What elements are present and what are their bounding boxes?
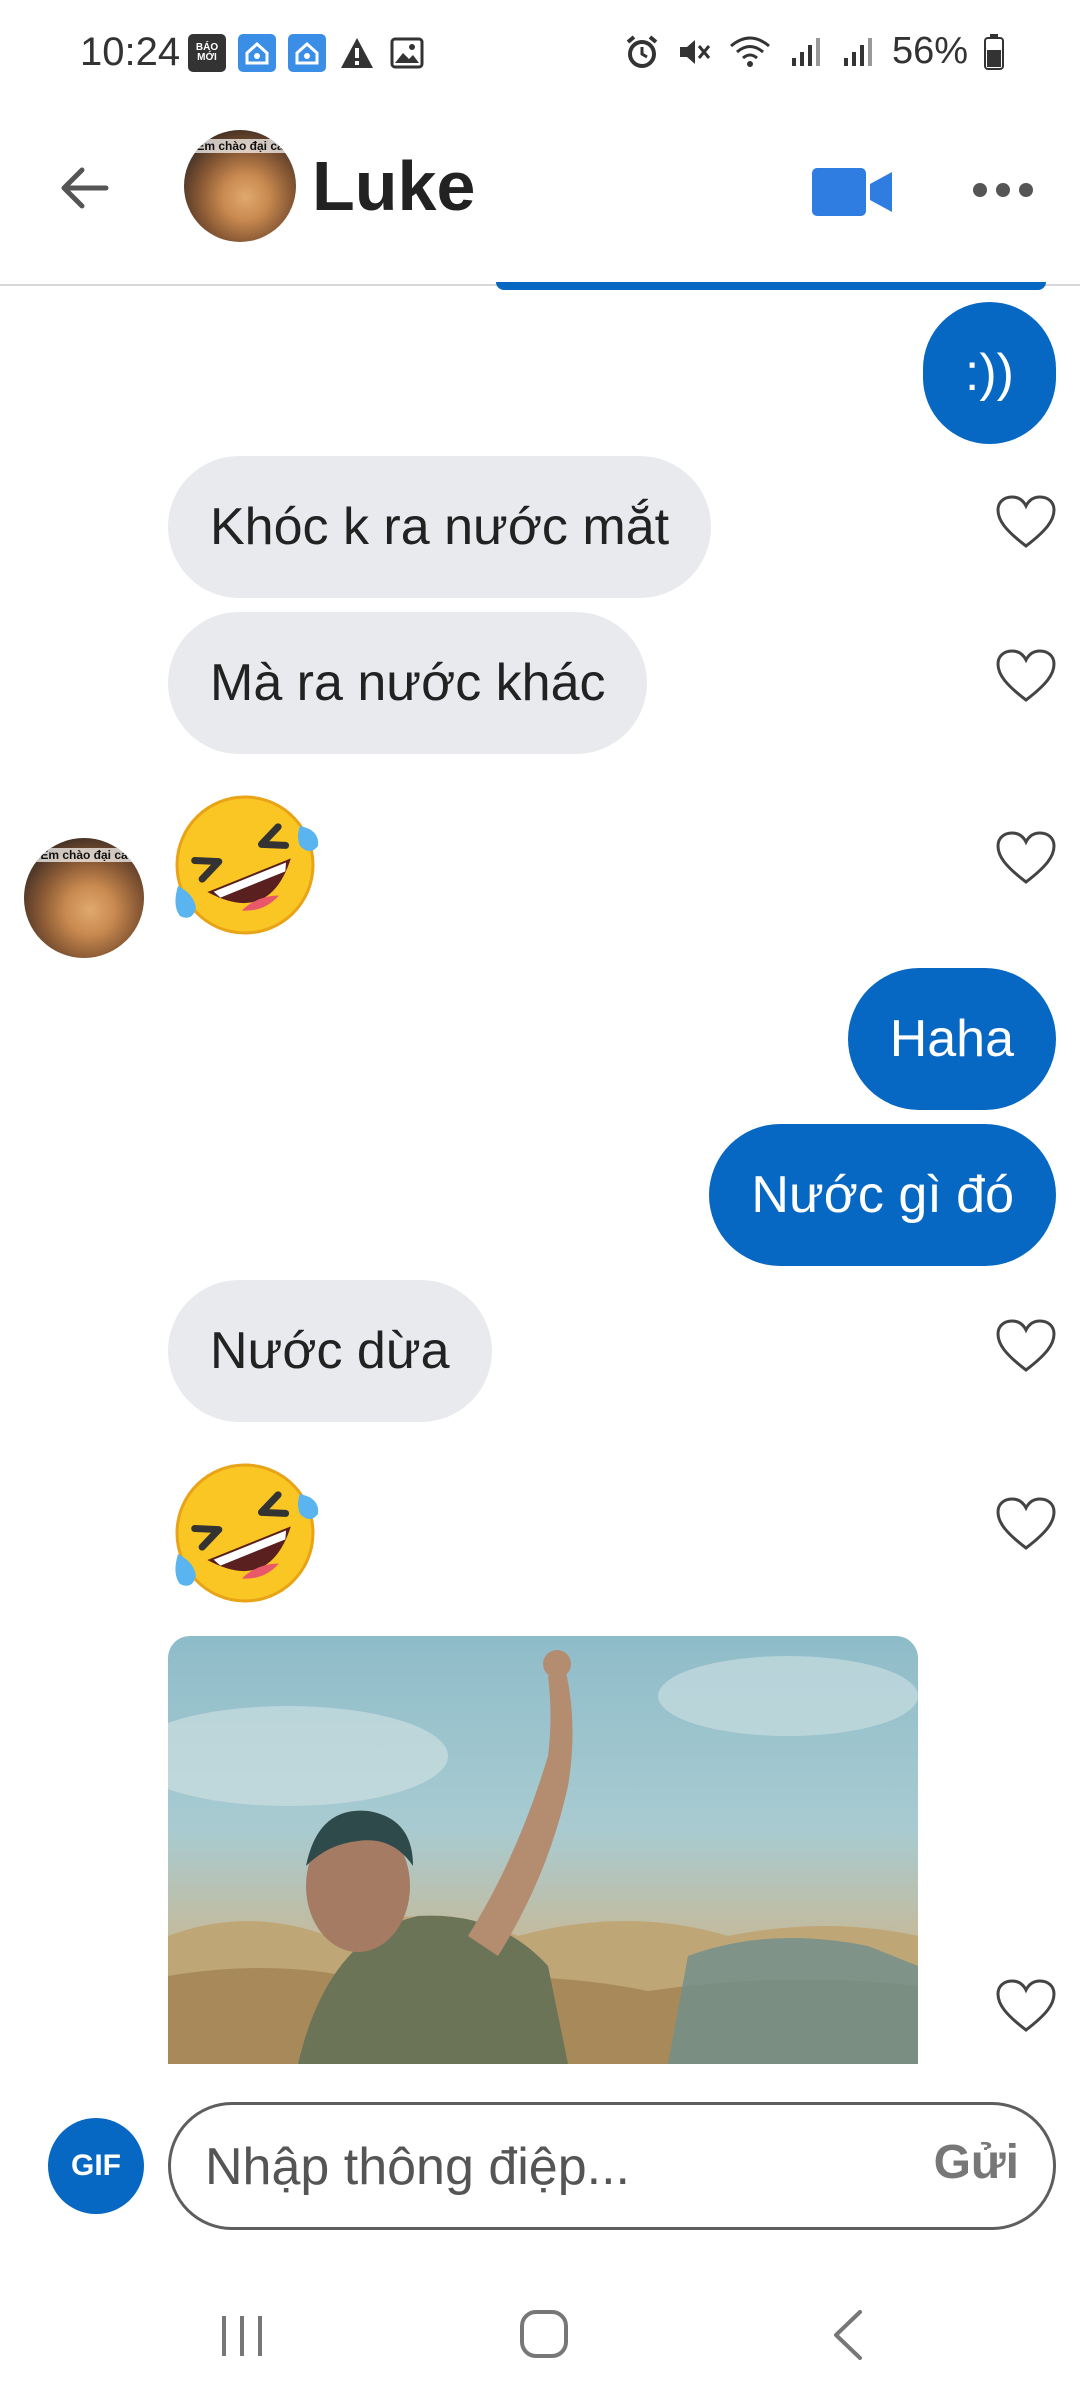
send-button[interactable]: Gửi [934, 2135, 1019, 2190]
conversation-header: Em chào đại ca Luke [0, 100, 1080, 286]
message-bubble-outgoing[interactable]: Nước gì đó [709, 1124, 1056, 1266]
video-call-icon[interactable] [812, 166, 892, 218]
home-icon[interactable] [518, 2308, 570, 2360]
like-heart-icon[interactable] [995, 494, 1057, 550]
sender-avatar[interactable]: Em chào đại ca [24, 838, 144, 958]
rolling-laughing-emoji[interactable] [170, 1458, 320, 1608]
like-heart-icon[interactable] [995, 1978, 1057, 2034]
battery-icon [984, 33, 1004, 70]
signal-icon [843, 37, 872, 66]
message-bubble-incoming[interactable]: Nước dừa [168, 1280, 492, 1422]
home-app-icon [288, 34, 326, 72]
message-input[interactable] [205, 2127, 895, 2207]
previous-message-edge [496, 282, 1046, 290]
contact-avatar[interactable]: Em chào đại ca [184, 130, 296, 242]
avatar-caption: Em chào đại ca [184, 138, 296, 153]
message-bubble-outgoing[interactable]: :)) [922, 302, 1056, 444]
message-bubble-outgoing[interactable]: Haha [847, 968, 1056, 1110]
notification-icons: BÁO MỚI [188, 34, 426, 72]
avatar-caption: Em chào đại ca [24, 847, 144, 862]
recent-apps-icon[interactable] [218, 2310, 268, 2360]
status-bar: 10:24 BÁO MỚI 56% [0, 0, 1080, 100]
back-arrow-icon[interactable] [56, 160, 112, 216]
wifi-icon [729, 36, 770, 67]
message-composer: Gửi [168, 2102, 1056, 2230]
message-text: Mà ra nước khác [210, 654, 606, 712]
battery-percent: 56% [891, 30, 968, 72]
rolling-laughing-emoji[interactable] [170, 790, 320, 940]
bao-moi-icon: BÁO MỚI [188, 34, 226, 72]
message-bubble-incoming[interactable]: Khóc k ra nước mắt [168, 456, 712, 598]
status-time: 10:24 [80, 30, 181, 74]
like-heart-icon[interactable] [995, 1496, 1057, 1552]
mute-icon [679, 39, 711, 64]
alarm-icon [626, 34, 658, 68]
like-heart-icon[interactable] [995, 1318, 1057, 1374]
system-status-icons: 56% [624, 30, 1004, 73]
message-text: :)) [964, 344, 1014, 402]
gif-button-label: GIF [71, 2149, 121, 2182]
message-text: Khóc k ra nước mắt [210, 498, 670, 556]
gallery-icon [388, 34, 426, 72]
back-icon[interactable] [828, 2308, 868, 2362]
more-options-icon[interactable] [972, 180, 1034, 200]
message-text: Haha [889, 1010, 1014, 1068]
warning-icon [338, 34, 376, 72]
message-text: Nước gì đó [751, 1166, 1014, 1224]
like-heart-icon[interactable] [995, 648, 1057, 704]
gif-message-image[interactable] [168, 1636, 918, 2064]
contact-name[interactable]: Luke [312, 146, 475, 226]
message-bubble-incoming[interactable]: Mà ra nước khác [168, 612, 648, 754]
gif-button[interactable]: GIF [48, 2118, 144, 2214]
like-heart-icon[interactable] [995, 830, 1057, 886]
message-text: Nước dừa [210, 1322, 450, 1380]
home-app-icon [238, 34, 276, 72]
android-navigation-bar [0, 2270, 1080, 2400]
signal-icon [791, 37, 820, 66]
